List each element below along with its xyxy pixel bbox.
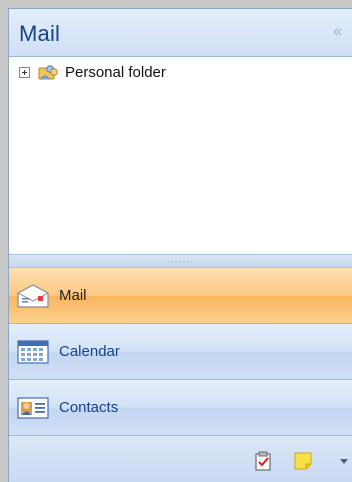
shortcut-bar xyxy=(9,436,352,482)
notes-icon[interactable] xyxy=(293,451,313,471)
tree-item-personal-folder[interactable]: Personal folder xyxy=(19,63,166,81)
nav-button-contacts[interactable]: Contacts xyxy=(9,380,352,436)
splitter-grip: ······· xyxy=(166,255,195,266)
nav-button-calendar[interactable]: Calendar xyxy=(9,324,352,380)
pane-splitter[interactable]: ······· xyxy=(9,254,352,268)
personal-folders-icon xyxy=(38,65,58,80)
mail-icon xyxy=(15,282,51,310)
tasks-icon[interactable] xyxy=(253,451,273,471)
expand-icon[interactable] xyxy=(19,66,30,78)
pane-title: Mail xyxy=(19,21,61,46)
nav-button-label: Mail xyxy=(59,287,87,304)
tree-item-label: Personal folder xyxy=(65,63,166,81)
nav-button-label: Contacts xyxy=(59,399,119,416)
nav-button-mail[interactable]: Mail xyxy=(9,268,352,324)
pane-header: Mail « xyxy=(9,9,352,57)
nav-button-label: Calendar xyxy=(59,343,120,360)
calendar-icon xyxy=(15,338,51,366)
configure-buttons-icon[interactable] xyxy=(340,459,348,464)
navigation-pane: Mail « Personal folder ······· Mail Cale… xyxy=(8,8,352,482)
folder-tree: Personal folder xyxy=(9,57,352,254)
contacts-icon xyxy=(15,394,51,422)
collapse-pane-button[interactable]: « xyxy=(333,23,342,41)
